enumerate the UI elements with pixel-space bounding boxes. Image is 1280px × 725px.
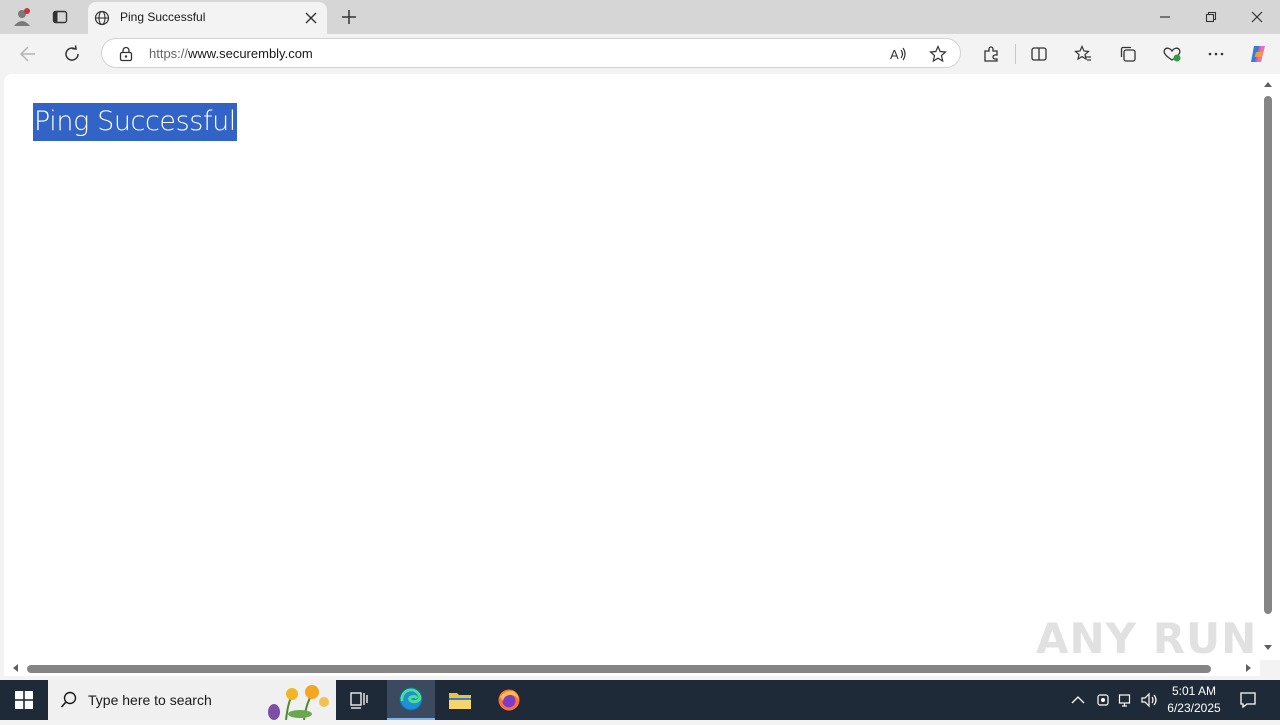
copilot-icon[interactable] [1242, 38, 1274, 70]
anyrun-watermark: ANY RUN [1036, 613, 1258, 663]
vertical-scroll-thumb[interactable] [1264, 96, 1272, 614]
vertical-scrollbar[interactable] [1260, 74, 1280, 660]
browser-essentials-icon[interactable] [1156, 38, 1188, 70]
taskbar-clock[interactable]: 5:01 AM 6/23/2025 [1160, 683, 1228, 717]
address-bar[interactable]: https://www.securembly.com A [101, 38, 961, 68]
search-highlight-flowers-icon [262, 682, 336, 725]
volume-icon[interactable] [1140, 690, 1160, 710]
file-explorer-icon[interactable] [436, 680, 484, 720]
notification-center-icon[interactable] [1238, 690, 1258, 710]
close-tab-icon[interactable] [303, 9, 319, 27]
svg-text:A: A [890, 47, 899, 62]
browser-toolbar: https://www.securembly.com A [0, 34, 1280, 74]
task-view-icon[interactable] [336, 680, 384, 720]
windows-start-icon[interactable] [0, 680, 48, 720]
toolbar-divider [1015, 44, 1016, 64]
search-icon [60, 691, 78, 714]
refresh-icon[interactable] [56, 38, 88, 70]
globe-icon [94, 10, 110, 26]
network-icon[interactable] [1116, 690, 1136, 710]
taskbar-search-box[interactable]: Type here to search [48, 680, 336, 721]
tab-title: Ping Successful [120, 10, 206, 24]
close-window-icon[interactable] [1234, 0, 1280, 34]
firefox-icon[interactable] [485, 680, 533, 720]
url-text: https://www.securembly.com [149, 46, 313, 61]
browser-tab-strip: Ping Successful [0, 0, 1280, 34]
page-heading: Ping Successful [33, 103, 237, 141]
url-host: www.securembly.com [188, 46, 313, 61]
back-icon[interactable] [12, 38, 44, 70]
split-screen-icon[interactable] [1023, 38, 1055, 70]
horizontal-scroll-thumb[interactable] [27, 665, 1211, 673]
scroll-down-icon[interactable] [1264, 645, 1272, 650]
site-info-icon[interactable] [116, 44, 136, 64]
more-options-icon[interactable] [1200, 38, 1232, 70]
clock-time: 5:01 AM [1171, 684, 1217, 698]
url-protocol: https:// [149, 46, 189, 61]
device-tray-icon[interactable] [1093, 690, 1113, 710]
show-hidden-icons-chevron-icon[interactable] [1068, 690, 1088, 710]
favorite-star-icon[interactable] [928, 44, 948, 64]
page-content: Ping Successful [4, 74, 1260, 660]
clock-date: 6/23/2025 [1167, 701, 1221, 715]
profile-avatar-icon[interactable] [6, 2, 38, 32]
minimize-icon[interactable] [1142, 0, 1188, 34]
edge-taskbar-icon[interactable] [387, 680, 435, 720]
scroll-up-icon[interactable] [1264, 82, 1272, 87]
search-placeholder: Type here to search [88, 692, 212, 708]
active-tab[interactable]: Ping Successful [88, 2, 327, 34]
collections-icon[interactable] [1112, 38, 1144, 70]
scroll-left-icon[interactable] [13, 664, 18, 672]
restore-icon[interactable] [1188, 0, 1234, 34]
read-aloud-icon[interactable]: A [888, 44, 908, 64]
windows-taskbar: Type here to search 5:01 AM 6/23/2025 [0, 680, 1280, 721]
favorites-icon[interactable] [1067, 38, 1099, 70]
tab-actions-icon[interactable] [44, 2, 76, 32]
extensions-icon[interactable] [975, 38, 1007, 70]
new-tab-icon[interactable] [333, 2, 365, 32]
